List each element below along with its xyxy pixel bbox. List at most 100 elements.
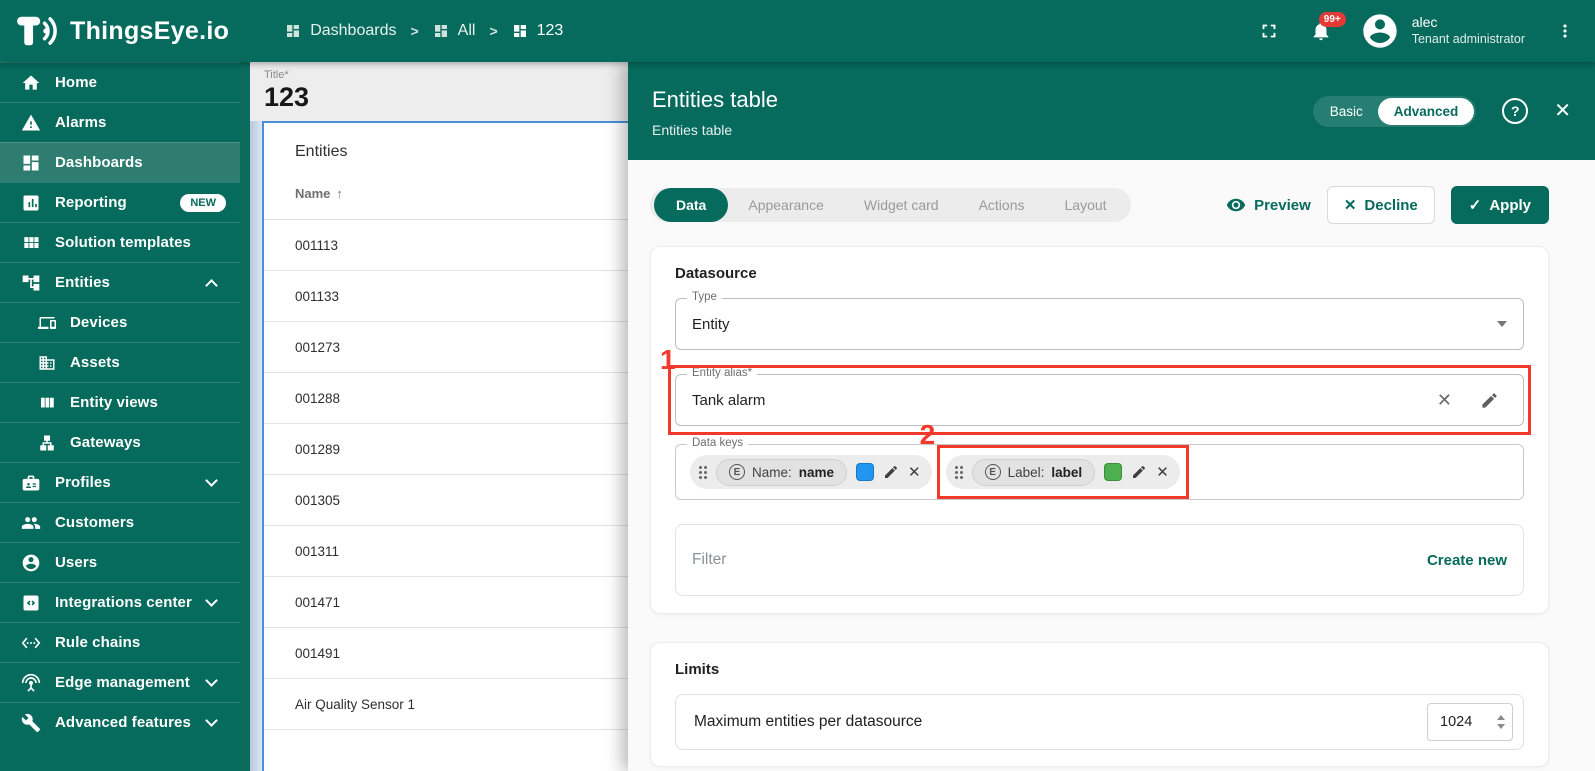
sidebar-item-solution-templates[interactable]: Solution templates — [0, 222, 240, 262]
table-row[interactable]: 001289 — [264, 424, 640, 475]
kebab-menu-icon[interactable] — [1555, 21, 1575, 41]
user-name: alec — [1412, 14, 1525, 32]
sidebar-item-dashboards[interactable]: Dashboards — [0, 142, 240, 182]
edit-pencil-icon[interactable] — [883, 464, 899, 480]
table-row[interactable]: 001113 — [264, 220, 640, 271]
tab-appearance[interactable]: Appearance — [728, 188, 844, 222]
stepper-down-icon[interactable] — [1497, 724, 1505, 729]
columns-icon — [38, 394, 56, 412]
sidebar-item-customers[interactable]: Customers — [0, 502, 240, 542]
dashboard-title-field[interactable]: Title* 123 — [250, 62, 640, 121]
dashboard-gutter — [240, 62, 250, 771]
remove-icon[interactable]: ✕ — [908, 463, 921, 481]
preview-button[interactable]: Preview — [1226, 195, 1311, 215]
sidebar-item-alarms[interactable]: Alarms — [0, 102, 240, 142]
max-entities-value[interactable]: 1024 — [1440, 714, 1497, 730]
number-stepper — [1497, 715, 1505, 729]
apply-button[interactable]: ✓ Apply — [1451, 186, 1549, 224]
table-row[interactable]: Air Quality Sensor 1 — [264, 679, 640, 730]
type-value: Entity — [692, 316, 730, 333]
table-row[interactable]: 001471 — [264, 577, 640, 628]
remove-icon[interactable]: ✕ — [1156, 463, 1169, 481]
filter-input[interactable] — [692, 551, 1427, 569]
panel-header: Entities table Entities table Basic Adva… — [628, 62, 1595, 160]
tab-layout[interactable]: Layout — [1045, 188, 1127, 222]
key-color-swatch[interactable] — [1104, 463, 1122, 481]
close-icon[interactable]: ✕ — [1554, 101, 1571, 121]
warning-icon — [21, 113, 41, 133]
sidebar-item-profiles[interactable]: Profiles — [0, 462, 240, 502]
sidebar-item-rule-chains[interactable]: Rule chains — [0, 622, 240, 662]
key-color-swatch[interactable] — [856, 463, 874, 481]
fullscreen-icon[interactable] — [1258, 20, 1280, 42]
dashboard-canvas: Title* 123 Entities Name ↑ 001113 001133… — [240, 62, 640, 771]
type-select[interactable]: Type Entity — [675, 298, 1524, 350]
table-row[interactable]: 001491 — [264, 628, 640, 679]
create-new-link[interactable]: Create new — [1427, 552, 1507, 569]
edit-pencil-icon[interactable] — [1480, 391, 1499, 410]
devices-icon — [38, 314, 56, 332]
sidebar-item-gateways[interactable]: Gateways — [0, 422, 240, 462]
table-row[interactable]: 001311 — [264, 526, 640, 577]
column-header-name[interactable]: Name ↑ — [295, 186, 640, 201]
breadcrumb: Dashboards > All > 123 — [285, 22, 563, 40]
tab-actions[interactable]: Actions — [959, 188, 1045, 222]
limits-heading: Limits — [675, 661, 1524, 678]
sidebar-item-users[interactable]: Users — [0, 542, 240, 582]
eye-icon — [1226, 195, 1246, 215]
new-badge: NEW — [180, 194, 226, 212]
panel-header-actions: Basic Advanced ? ✕ — [1313, 96, 1571, 127]
help-icon[interactable]: ? — [1502, 98, 1528, 124]
widget-config-panel: Entities table Entities table Basic Adva… — [628, 62, 1595, 771]
sidebar-item-devices[interactable]: Devices — [0, 302, 240, 342]
table-row[interactable]: 001288 — [264, 373, 640, 424]
logo-text: ThingsEye.io — [70, 17, 229, 46]
home-icon — [21, 73, 41, 93]
entity-alias-field[interactable]: Entity alias* Tank alarm ✕ — [675, 374, 1524, 426]
entity-type-icon: E — [985, 464, 1001, 480]
notifications-button[interactable]: 99+ — [1310, 20, 1332, 42]
toggle-option-advanced[interactable]: Advanced — [1378, 98, 1475, 125]
tab-data[interactable]: Data — [654, 188, 728, 222]
entities-table-widget[interactable]: Entities Name ↑ 001113 001133 001273 001… — [262, 121, 640, 771]
sidebar-item-integrations-center[interactable]: Integrations center — [0, 582, 240, 622]
sidebar-item-home[interactable]: Home — [0, 62, 240, 102]
top-header: ThingsEye.io Dashboards > All > 123 — [0, 0, 1595, 62]
panel-title: Entities table — [652, 87, 778, 113]
stepper-up-icon[interactable] — [1497, 715, 1505, 720]
breadcrumb-item-all[interactable]: All — [433, 22, 476, 40]
sidebar-item-advanced-features[interactable]: Advanced features — [0, 702, 240, 742]
hierarchy-icon — [38, 434, 56, 452]
dashboard-icon — [285, 23, 301, 39]
sidebar-item-entities[interactable]: Entities — [0, 262, 240, 302]
filter-field[interactable]: Create new — [675, 524, 1524, 596]
breadcrumb-separator: > — [489, 23, 497, 39]
app-logo[interactable]: ThingsEye.io — [16, 13, 229, 49]
notification-count-badge: 99+ — [1319, 12, 1346, 27]
basic-advanced-toggle: Basic Advanced — [1313, 96, 1477, 127]
data-key-pill: E Label: label — [972, 459, 1096, 486]
chevron-up-icon — [205, 279, 218, 292]
entity-type-icon: E — [729, 464, 745, 480]
sidebar-item-reporting[interactable]: Reporting NEW — [0, 182, 240, 222]
table-row[interactable]: 001305 — [264, 475, 640, 526]
drag-handle-icon[interactable] — [699, 466, 707, 479]
table-row[interactable]: 001273 — [264, 322, 640, 373]
avatar[interactable] — [1360, 11, 1400, 51]
breadcrumb-item-dashboards[interactable]: Dashboards — [285, 22, 396, 40]
bar-chart-icon — [21, 193, 41, 213]
sidebar-item-edge-management[interactable]: Edge management — [0, 662, 240, 702]
data-keys-field[interactable]: Data keys E Name: name ✕ — [675, 444, 1524, 500]
max-entities-input[interactable]: 1024 — [1427, 703, 1513, 741]
sidebar-item-assets[interactable]: Assets — [0, 342, 240, 382]
title-field-value[interactable]: 123 — [264, 82, 640, 113]
toggle-option-basic[interactable]: Basic — [1315, 98, 1378, 125]
tab-widget-card[interactable]: Widget card — [844, 188, 959, 222]
drag-handle-icon[interactable] — [955, 466, 963, 479]
edit-pencil-icon[interactable] — [1131, 464, 1147, 480]
sidebar-item-entity-views[interactable]: Entity views — [0, 382, 240, 422]
table-row[interactable]: 001133 — [264, 271, 640, 322]
breadcrumb-item-current[interactable]: 123 — [512, 22, 564, 40]
decline-button[interactable]: ✕ Decline — [1327, 186, 1435, 224]
clear-icon[interactable]: ✕ — [1437, 390, 1452, 411]
